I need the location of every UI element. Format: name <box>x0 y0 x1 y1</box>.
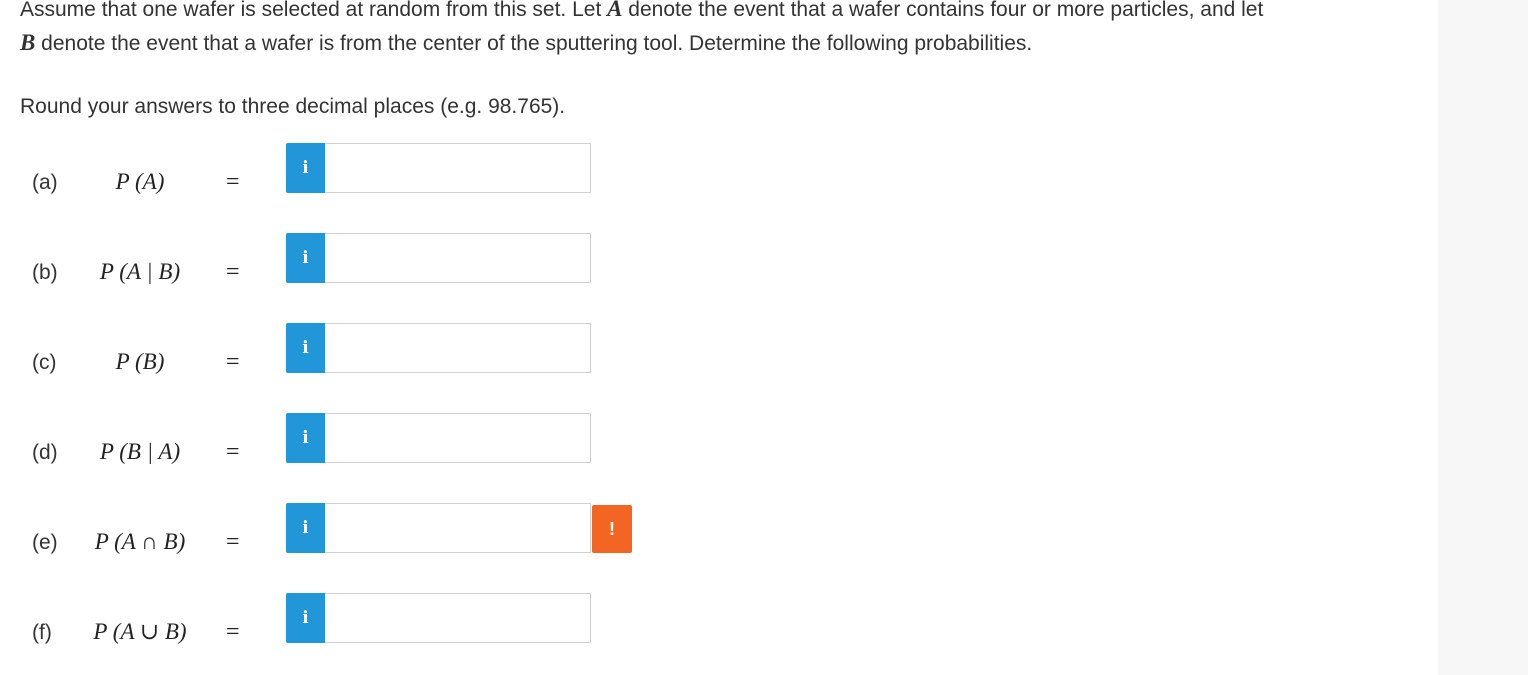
question-row-a: (a) P (A) = i <box>0 143 700 195</box>
answer-input-a[interactable] <box>325 143 591 193</box>
intro-text: denote the event that a wafer is from th… <box>35 32 1033 55</box>
rounding-instruction: Round your answers to three decimal plac… <box>20 95 566 118</box>
intro-text: denote the event that a wafer contains f… <box>622 0 1264 21</box>
answer-input-b[interactable] <box>325 233 591 283</box>
info-icon[interactable]: i <box>286 233 325 283</box>
part-label: (a) <box>32 171 58 194</box>
probability-expression: P (B | A) <box>99 439 181 464</box>
question-row-f: (f) P (A ∪ B) = i <box>0 593 700 645</box>
right-gutter <box>1438 0 1528 675</box>
info-icon[interactable]: i <box>286 143 325 193</box>
equals-sign: = <box>226 259 240 285</box>
event-b-variable: B <box>20 30 36 55</box>
probability-expression: P (A) <box>115 169 165 194</box>
info-icon[interactable]: i <box>286 323 325 373</box>
question-row-b: (b) P (A | B) = i <box>0 233 700 285</box>
event-a-variable: A <box>607 0 623 21</box>
answer-input-c[interactable] <box>325 323 591 373</box>
question-row-c: (c) P (B) = i <box>0 323 700 375</box>
part-label: (b) <box>32 261 58 284</box>
part-label: (e) <box>32 531 58 554</box>
intro-line-2: B denote the event that a wafer is from … <box>20 26 1420 60</box>
question-row-e: (e) P (A ∩ B) = i ! <box>0 503 700 555</box>
equals-sign: = <box>226 169 240 195</box>
answer-input-e[interactable] <box>325 503 591 553</box>
part-label: (c) <box>32 351 57 374</box>
part-label: (d) <box>32 441 58 464</box>
part-label: (f) <box>32 621 52 644</box>
info-icon[interactable]: i <box>286 413 325 463</box>
answer-input-f[interactable] <box>325 593 591 643</box>
equals-sign: = <box>226 619 240 645</box>
equals-sign: = <box>226 439 240 465</box>
warning-icon[interactable]: ! <box>592 505 632 553</box>
equals-sign: = <box>226 529 240 555</box>
question-intro: Assume that one wafer is selected at ran… <box>20 0 1420 60</box>
intro-line-1: Assume that one wafer is selected at ran… <box>20 0 1420 26</box>
info-icon[interactable]: i <box>286 503 325 553</box>
question-row-d: (d) P (B | A) = i <box>0 413 700 465</box>
probability-expression: P (A ∩ B) <box>94 529 186 554</box>
info-icon[interactable]: i <box>286 593 325 643</box>
intro-text: Assume that one wafer is selected at ran… <box>20 0 608 21</box>
equals-sign: = <box>226 349 240 375</box>
answer-input-d[interactable] <box>325 413 591 463</box>
probability-expression: P (A ∪ B) <box>93 619 187 644</box>
probability-expression: P (B) <box>115 349 165 374</box>
probability-expression: P (A | B) <box>99 259 181 284</box>
